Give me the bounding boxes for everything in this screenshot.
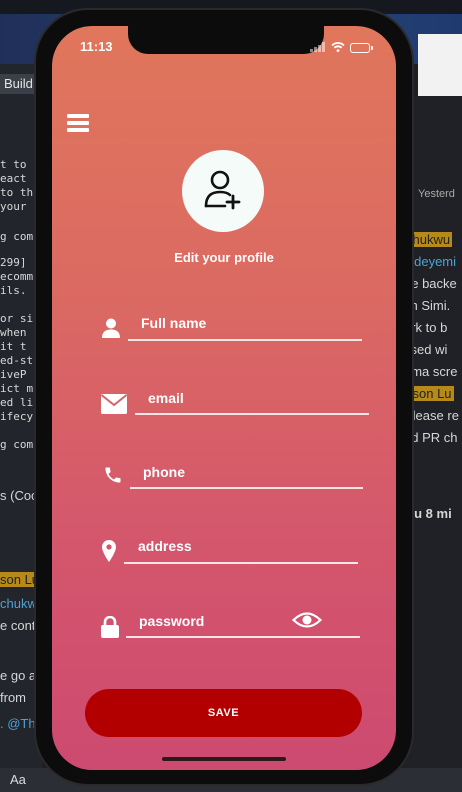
envelope-icon	[100, 394, 128, 419]
chat-text: Please re	[404, 408, 459, 423]
address-underline	[124, 562, 358, 564]
code-line: t to	[0, 158, 27, 171]
location-pin-icon	[102, 540, 116, 567]
lock-icon	[101, 615, 119, 643]
code-line: eact	[0, 172, 27, 185]
phone-field[interactable]: phone	[143, 464, 185, 480]
code-line: ils.	[0, 284, 27, 297]
code-line: ifecy	[0, 410, 34, 423]
chat-mention[interactable]: chukw	[0, 596, 37, 611]
email-underline	[135, 413, 369, 415]
notch	[128, 26, 324, 54]
code-line: ed li	[0, 396, 34, 409]
phone-icon	[103, 465, 123, 490]
password-underline	[126, 636, 360, 638]
background-build-tab[interactable]: Build	[0, 74, 38, 94]
wifi-icon	[331, 39, 345, 57]
home-indicator	[162, 757, 286, 761]
code-line: ed-st	[0, 354, 34, 367]
chat-text: from	[0, 690, 26, 705]
signal-icon	[310, 39, 326, 57]
chat-text: e go a	[0, 668, 37, 683]
phone-underline	[130, 487, 363, 489]
chat-mention[interactable]: . @Th	[0, 716, 36, 731]
chat-timestamp: Yesterd	[418, 188, 455, 200]
code-line: ict m	[0, 382, 34, 395]
password-field[interactable]: password	[139, 613, 204, 629]
chat-mention[interactable]: son Lu	[0, 572, 40, 587]
code-line: it t	[0, 340, 27, 353]
code-line: or si	[0, 312, 34, 325]
battery-icon	[350, 43, 373, 53]
code-line: to th	[0, 186, 34, 199]
eye-icon[interactable]	[291, 610, 323, 635]
status-icons	[310, 39, 373, 57]
status-time: 11:13	[80, 39, 113, 54]
chat-text: e cont	[0, 618, 36, 633]
phone-screen: 11:13 Edit your profile Full name email …	[52, 26, 396, 770]
add-user-icon	[199, 165, 247, 218]
code-line: g com	[0, 230, 34, 243]
composer-format-button[interactable]: Aa	[10, 772, 26, 787]
person-icon	[102, 318, 120, 343]
chat-text: s (Coc	[0, 488, 38, 503]
code-line: your	[0, 200, 27, 213]
save-button[interactable]: SAVE	[85, 689, 362, 737]
code-line: ecomm	[0, 270, 34, 283]
background-thumbnail	[418, 34, 462, 96]
code-line: 299]	[0, 256, 27, 269]
chat-text: ed PR ch	[404, 430, 458, 445]
full-name-field[interactable]: Full name	[141, 315, 206, 331]
email-field[interactable]: email	[148, 390, 184, 406]
chat-text: gma scre	[404, 364, 458, 379]
avatar-add-button[interactable]	[182, 150, 264, 232]
hamburger-menu-icon[interactable]	[67, 114, 89, 132]
code-line: g com	[0, 438, 34, 451]
page-title: Edit your profile	[174, 250, 274, 265]
full-name-underline	[128, 339, 362, 341]
code-line: iveP	[0, 368, 27, 381]
code-line: when	[0, 326, 27, 339]
address-field[interactable]: address	[138, 538, 192, 554]
